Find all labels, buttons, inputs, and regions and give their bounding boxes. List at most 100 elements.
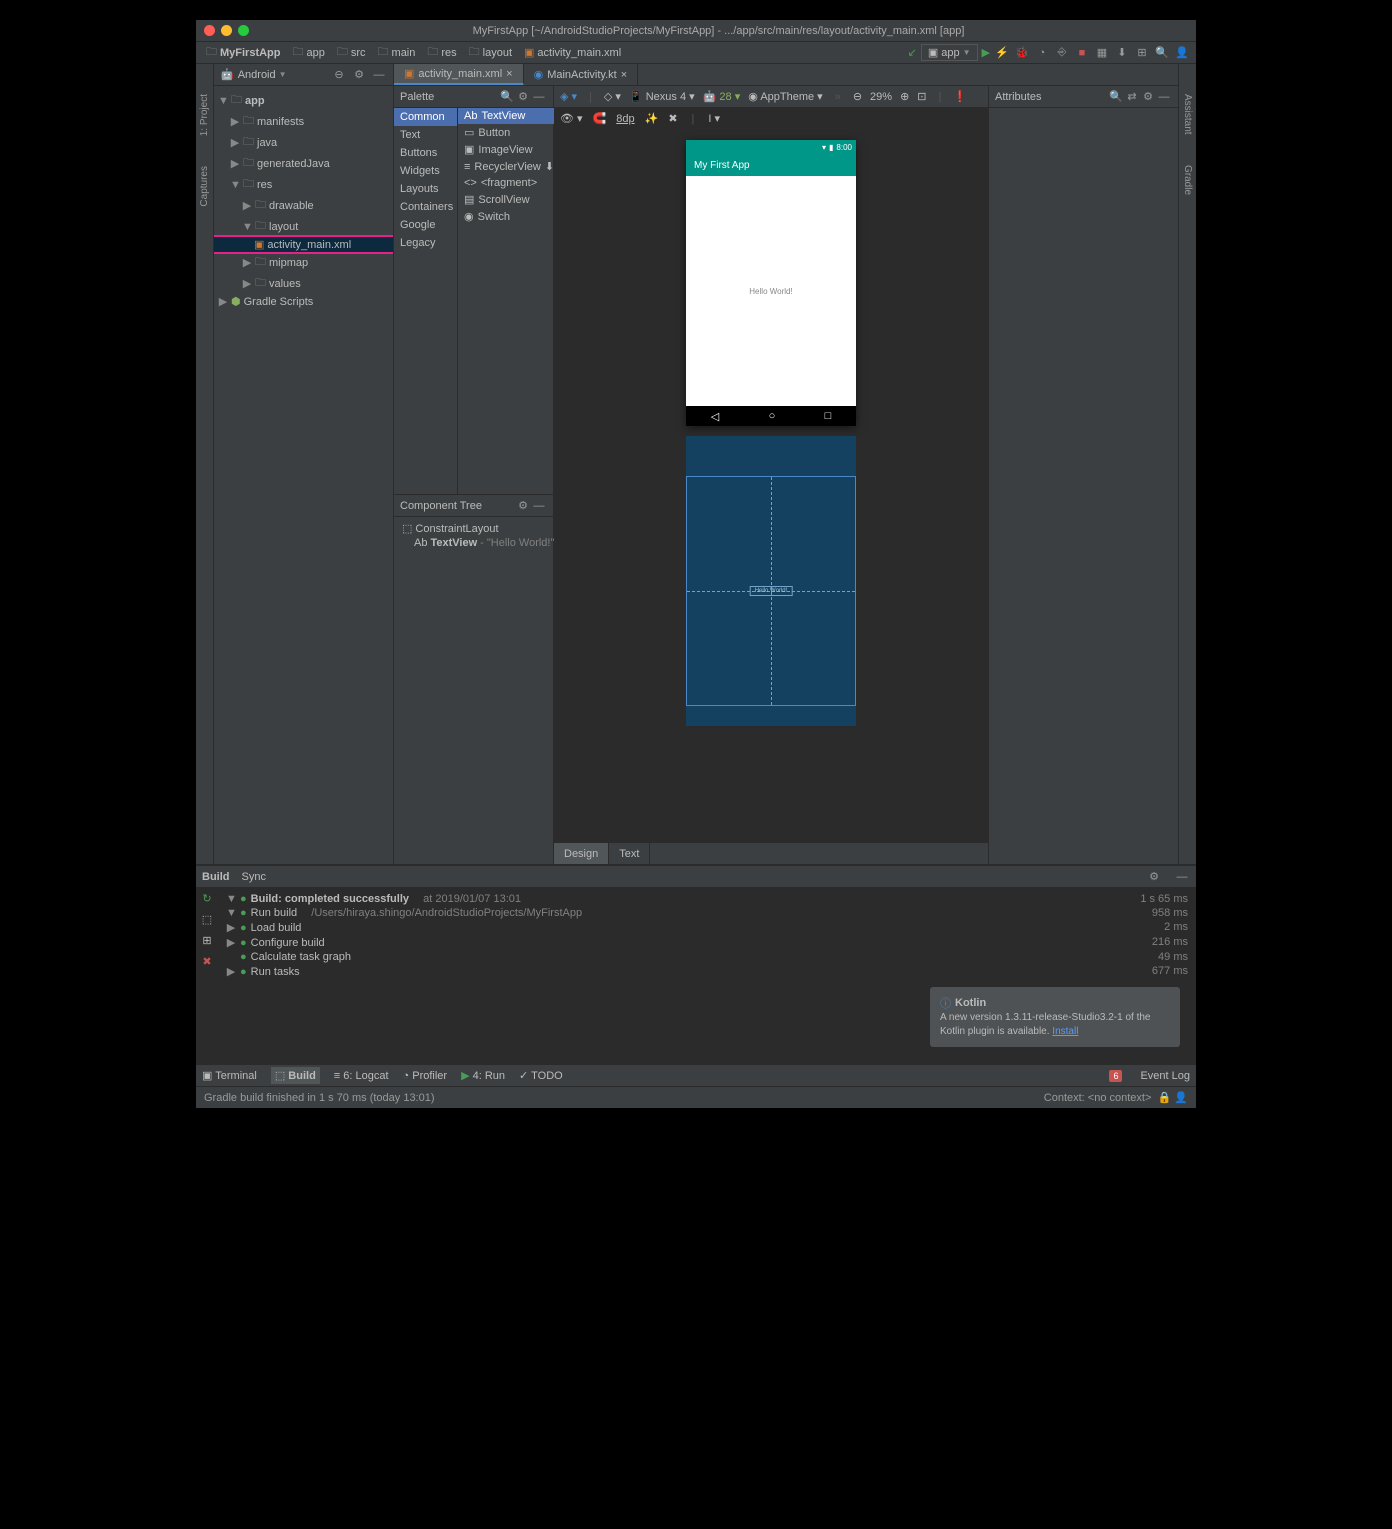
clear-icon[interactable]: ✖ [668,112,677,125]
avd-icon[interactable]: ▦ [1094,45,1110,61]
hide-icon[interactable]: — [1156,89,1172,105]
palette-button[interactable]: ▭Button [458,124,560,141]
canvas-viewport[interactable]: ▾▮8:00 My First App Hello World! ◁○□ Hel… [554,130,988,842]
tool-logcat[interactable]: ≡ 6: Logcat [334,1070,389,1082]
device-dropdown[interactable]: 📱 Nexus 4 ▾ [629,90,695,103]
filter-icon[interactable]: ⬚ [202,913,212,926]
apply-icon[interactable]: ⚡ [994,45,1010,61]
sync-icon[interactable]: ↙ [908,46,917,59]
tool-build[interactable]: ⬚ Build [271,1067,320,1084]
palette-cat-legacy[interactable]: Legacy [394,234,457,252]
tree-mipmap[interactable]: ▶🗀mipmap [214,252,393,273]
tab-mainactivity[interactable]: ◉MainActivity.kt × [524,64,639,85]
align-icon[interactable]: I ▾ [708,112,720,125]
attach-icon[interactable]: ⎆ [1054,45,1070,61]
rail-project[interactable]: 1: Project [199,94,210,136]
tab-text[interactable]: Text [609,843,650,864]
project-view-dropdown[interactable]: Android ▼ [238,69,287,81]
search-icon[interactable]: 🔍 [1108,89,1124,105]
palette-fragment[interactable]: <><fragment> [458,175,560,191]
tree-manifests[interactable]: ▶🗀manifests [214,111,393,132]
gear-icon[interactable]: ⚙ [1140,89,1156,105]
run-icon[interactable]: ▶ [982,46,990,59]
blueprint-widget[interactable]: Hello World! [750,586,793,596]
gear-icon[interactable]: ⚙ [515,498,531,514]
palette-cat-text[interactable]: Text [394,126,457,144]
minimize-icon[interactable] [221,25,232,36]
palette-switch[interactable]: ◉Switch [458,208,560,225]
theme-dropdown[interactable]: ◉ AppTheme ▾ [748,90,822,103]
hide-icon[interactable]: — [1174,869,1190,885]
hide-icon[interactable]: — [371,67,387,83]
rail-assistant[interactable]: Assistant [1182,94,1193,135]
tree-gradle-scripts[interactable]: ▶⬢Gradle Scripts [214,294,393,309]
gear-icon[interactable]: ⚙ [1146,869,1162,885]
breadcrumb[interactable]: 🗀src [333,41,370,64]
breadcrumb[interactable]: 🗀main [374,41,420,64]
palette-cat-containers[interactable]: Containers [394,198,457,216]
tree-generatedjava[interactable]: ▶🗀generatedJava [214,153,393,174]
layers-icon[interactable]: ◈ ▾ [560,90,577,103]
breadcrumb[interactable]: 🗀app [289,41,329,64]
man-icon[interactable]: 👤 [1174,1091,1188,1104]
breadcrumb-root[interactable]: 🗀MyFirstApp [202,41,285,64]
sdk-icon[interactable]: ⬇ [1114,45,1130,61]
tab-activity-main[interactable]: ▣activity_main.xml × [394,64,524,85]
build-calculate[interactable]: ●Calculate task graph49 ms [226,950,1188,964]
tree-layout[interactable]: ▼🗀layout [214,216,393,237]
user-icon[interactable]: 👤 [1174,45,1190,61]
hide-icon[interactable]: — [531,498,547,514]
margin-dropdown[interactable]: 8dp [616,113,634,125]
tree-values[interactable]: ▶🗀values [214,273,393,294]
rail-captures[interactable]: Captures [199,166,210,207]
tree-drawable[interactable]: ▶🗀drawable [214,195,393,216]
rail-gradle[interactable]: Gradle [1182,165,1193,195]
api-dropdown[interactable]: 🤖 28 ▾ [703,90,741,103]
zoom-fit-icon[interactable]: ⊡ [917,90,926,103]
tree-app[interactable]: ▼🗀app [214,90,393,111]
wand-icon[interactable]: ✨ [645,112,659,125]
maximize-icon[interactable] [238,25,249,36]
palette-scrollview[interactable]: ▤ScrollView [458,191,560,208]
tool-profiler[interactable]: ◔ Profiler [403,1070,448,1082]
build-load[interactable]: ▶●Load build2 ms [226,920,1188,935]
structure-icon[interactable]: ⊞ [1134,45,1150,61]
palette-cat-common[interactable]: Common [394,108,457,126]
lock-icon[interactable]: 🔒 [1158,1091,1172,1104]
expand-icon[interactable]: ⊞ [202,934,211,947]
orientation-icon[interactable]: ◇ ▾ [604,90,621,103]
breadcrumb[interactable]: 🗀res [423,41,460,64]
tool-terminal[interactable]: ▣ Terminal [202,1069,257,1082]
tree-res[interactable]: ▼🗀res [214,174,393,195]
build-root[interactable]: ▼●Build: completed successfully at 2019/… [226,892,1188,906]
tab-design[interactable]: Design [554,843,609,864]
collapse-icon[interactable]: ⊖ [331,67,347,83]
warnings-icon[interactable]: ❗ [953,90,967,103]
tree-activity-main[interactable]: ▣activity_main.xml [214,237,393,252]
design-surface[interactable]: ▾▮8:00 My First App Hello World! ◁○□ [686,140,856,426]
search-icon[interactable]: 🔍 [1154,45,1170,61]
palette-cat-widgets[interactable]: Widgets [394,162,457,180]
run-config-dropdown[interactable]: ▣app ▼ [921,44,978,61]
gear-icon[interactable]: ⚙ [351,67,367,83]
debug-icon[interactable]: 🐞 [1014,45,1030,61]
build-configure[interactable]: ▶●Configure build216 ms [226,935,1188,950]
comp-constraintlayout[interactable]: ⬚ConstraintLayout [398,521,549,536]
palette-recyclerview[interactable]: ≡RecyclerView ⬇ [458,158,560,175]
close-icon[interactable] [204,25,215,36]
notification-install-link[interactable]: Install [1052,1026,1078,1037]
stop-icon[interactable]: ■ [1074,45,1090,61]
profile-icon[interactable]: ◔ [1034,45,1050,61]
zoom-in-icon[interactable]: ⊕ [900,90,909,103]
build-tasks[interactable]: ▶●Run tasks677 ms [226,964,1188,979]
tab-build-output[interactable]: Build [202,871,230,883]
tree-java[interactable]: ▶🗀java [214,132,393,153]
tool-todo[interactable]: ✓ TODO [519,1069,563,1082]
palette-cat-layouts[interactable]: Layouts [394,180,457,198]
tab-sync[interactable]: Sync [242,871,266,883]
gear-icon[interactable]: ⚙ [515,89,531,105]
breadcrumb[interactable]: 🗀layout [465,41,516,64]
zoom-out-icon[interactable]: ⊖ [853,90,862,103]
back-icon[interactable]: ⇄ [1124,89,1140,105]
palette-cat-google[interactable]: Google [394,216,457,234]
